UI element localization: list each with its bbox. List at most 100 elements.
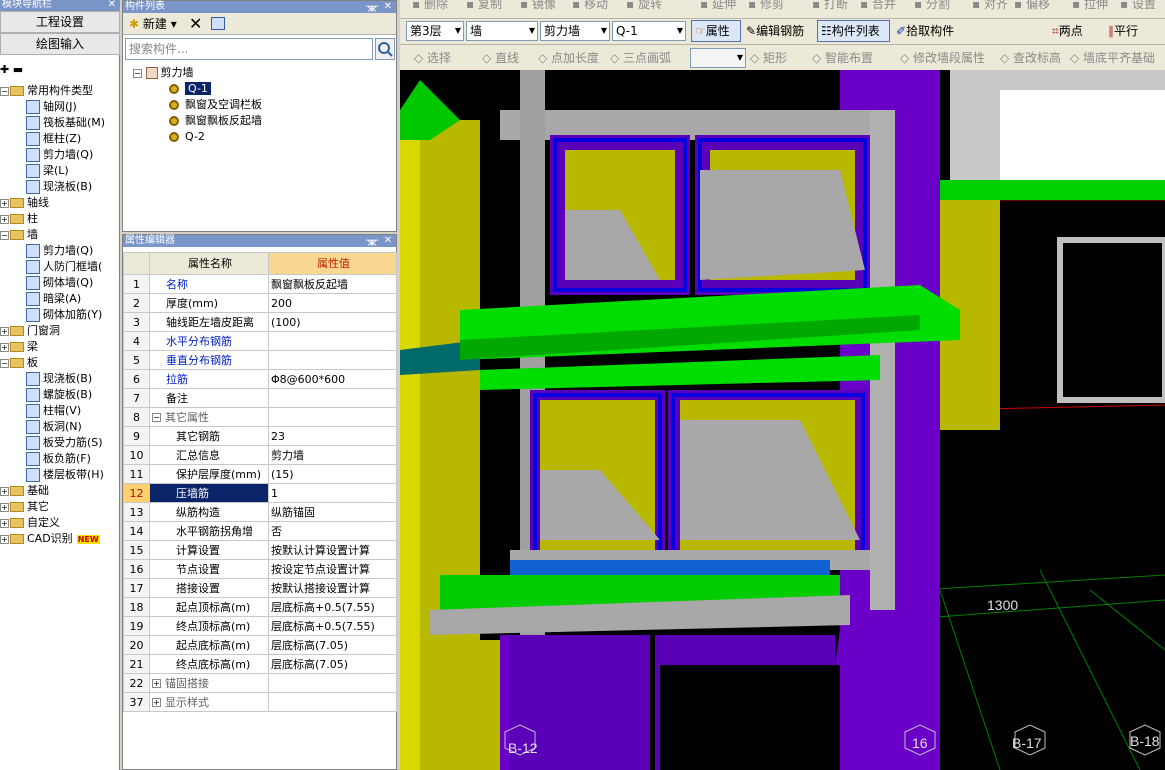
expand-icon[interactable]: + [0,518,9,528]
property-row[interactable]: 16 节点设置 按设定节点设置计算 [123,559,397,579]
component-tree-root[interactable]: − 剪力墙 [133,65,194,81]
property-value[interactable]: 剪力墙 [268,445,397,465]
property-value[interactable] [268,407,397,427]
property-value[interactable]: 1 [268,483,397,503]
property-value[interactable] [268,388,397,408]
shape-select[interactable]: ▼ [690,48,746,68]
nav-folder[interactable]: − 板 [0,355,120,371]
nav-item[interactable]: 人防门框墙( [0,259,120,275]
component-tree-item[interactable]: Q-1 [169,81,211,97]
nav-item[interactable]: 现浇板(B) [0,179,120,195]
property-value[interactable]: 飘窗飘板反起墙 [268,274,397,294]
toolbar-button[interactable]: ▪ 旋转 [626,0,662,12]
property-row[interactable]: 19 终点顶标高(m) 层底标高+0.5(7.55) [123,616,397,636]
nav-item[interactable]: 砌体加筋(Y) [0,307,120,323]
drawing-input-button[interactable]: 绘图输入 [0,33,120,55]
3d-viewport[interactable]: 1300 B-12 16 B-17 B-18 [400,70,1165,770]
expand-icon[interactable]: + [152,698,161,707]
toolbar-button[interactable]: ▪ 修剪 [748,0,784,12]
expand-icon[interactable]: + [0,486,9,496]
nav-folder[interactable]: − 常用构件类型 [0,83,120,99]
property-value[interactable]: 纵筋锚固 [268,502,397,522]
property-row[interactable]: 2 厚度(mm) 200 [123,293,397,313]
nav-folder[interactable]: + 自定义 [0,515,120,531]
nav-item[interactable]: 砌体墙(Q) [0,275,120,291]
nav-folder[interactable]: + 柱 [0,211,120,227]
nav-item[interactable]: 楼层板带(H) [0,467,120,483]
close-icon[interactable]: ✕ [108,0,116,10]
component-select[interactable]: Q-1 ▼ [612,21,686,41]
two-point-button[interactable]: ⌗两点 [1052,23,1083,39]
expand-icon[interactable]: + [0,342,9,352]
expand-icon[interactable]: + [0,326,9,336]
property-row[interactable]: 9 其它钢筋 23 [123,426,397,446]
nav-item[interactable]: 框柱(Z) [0,131,120,147]
property-value[interactable]: 层底标高(7.05) [268,654,397,674]
expand-icon[interactable]: + [0,534,9,544]
copy-icon[interactable] [211,17,225,30]
nav-folder[interactable]: + 门窗洞 [0,323,120,339]
draw-tool-button[interactable]: ◇ 选择 [414,50,451,66]
nav-item[interactable]: 筏板基础(M) [0,115,120,131]
nav-item[interactable]: 暗梁(A) [0,291,120,307]
parallel-button[interactable]: ∥平行 [1108,23,1138,39]
property-row[interactable]: 12 压墙筋 1 [123,483,397,503]
draw-tool-button[interactable]: ◇ 点加长度 [538,50,599,66]
project-settings-button[interactable]: 工程设置 [0,11,120,33]
property-value[interactable]: (15) [268,464,397,484]
property-row[interactable]: 14 水平钢筋拐角增 否 [123,521,397,541]
toolbar-button[interactable]: ▪ 分割 [914,0,950,12]
nav-folder[interactable]: + 梁 [0,339,120,355]
pin-icon[interactable]: ᚘ [366,1,378,12]
3d-model-canvas[interactable]: 1300 B-12 16 B-17 B-18 [400,70,1165,770]
expand-icon[interactable]: + [0,198,9,208]
floor-select[interactable]: 第3层 ▼ [406,21,464,41]
toolbar-button[interactable]: ▪ 设置 [1120,0,1156,12]
property-value[interactable]: 否 [268,521,397,541]
property-value[interactable]: 200 [268,293,397,313]
nav-item[interactable]: 螺旋板(B) [0,387,120,403]
nav-item[interactable]: 柱帽(V) [0,403,120,419]
property-row[interactable]: 10 汇总信息 剪力墙 [123,445,397,465]
property-row[interactable]: 13 纵筋构造 纵筋锚固 [123,502,397,522]
property-row[interactable]: 15 计算设置 按默认计算设置计算 [123,540,397,560]
property-row[interactable]: 7 备注 [123,388,397,408]
properties-button[interactable]: ☞属性 [691,20,741,42]
draw-tool-button[interactable]: ◇ 查改标高 [1000,50,1061,66]
delete-icon[interactable]: ✕ [189,15,202,33]
component-list-button[interactable]: ☷构件列表 [817,20,890,42]
pick-component-button[interactable]: ✐拾取构件 [896,23,954,39]
property-value[interactable]: Φ8@600*600 [268,369,397,389]
toolbar-button[interactable]: ▪ 移动 [572,0,608,12]
close-icon[interactable]: ✕ [384,1,392,12]
close-icon[interactable]: ✕ [384,235,392,246]
property-row[interactable]: 18 起点顶标高(m) 层底标高+0.5(7.55) [123,597,397,617]
toolbar-button[interactable]: ▪ 镜像 [520,0,556,12]
draw-tool-button[interactable]: ◇ 三点画弧 [610,50,671,66]
toolbar-button[interactable]: ▪ 对齐 [972,0,1008,12]
property-row[interactable]: 37 + 显示样式 [123,692,397,712]
draw-tool-button[interactable]: ◇ 墙底平齐基础 [1070,50,1155,66]
property-value[interactable] [268,350,397,370]
toolbar-button[interactable]: ▪ 延伸 [700,0,736,12]
property-row[interactable]: 1 名称 飘窗飘板反起墙 [123,274,397,294]
nav-folder[interactable]: + 基础 [0,483,120,499]
draw-tool-button[interactable]: ◇ 矩形 [750,50,787,66]
nav-item[interactable]: 轴网(J) [0,99,120,115]
component-search-input[interactable]: 搜索构件... [125,38,373,60]
property-value[interactable]: 按默认搭接设置计算 [268,578,397,598]
property-value[interactable]: 层底标高+0.5(7.55) [268,597,397,617]
nav-item[interactable]: 板受力筋(S) [0,435,120,451]
toolbar-button[interactable]: ▪ 合并 [860,0,896,12]
property-value[interactable]: 层底标高+0.5(7.55) [268,616,397,636]
nav-item[interactable]: 剪力墙(Q) [0,147,120,163]
collapse-icon[interactable]: − [0,358,9,368]
search-icon[interactable] [375,38,395,60]
toolbar-button[interactable]: ▪ 偏移 [1014,0,1050,12]
nav-folder[interactable]: − 墙 [0,227,120,243]
nav-folder[interactable]: + 轴线 [0,195,120,211]
toolbar-button[interactable]: ▪ 删除 [412,0,448,12]
property-value[interactable] [268,692,397,712]
property-row[interactable]: 20 起点底标高(m) 层底标高(7.05) [123,635,397,655]
property-value[interactable]: 按默认计算设置计算 [268,540,397,560]
